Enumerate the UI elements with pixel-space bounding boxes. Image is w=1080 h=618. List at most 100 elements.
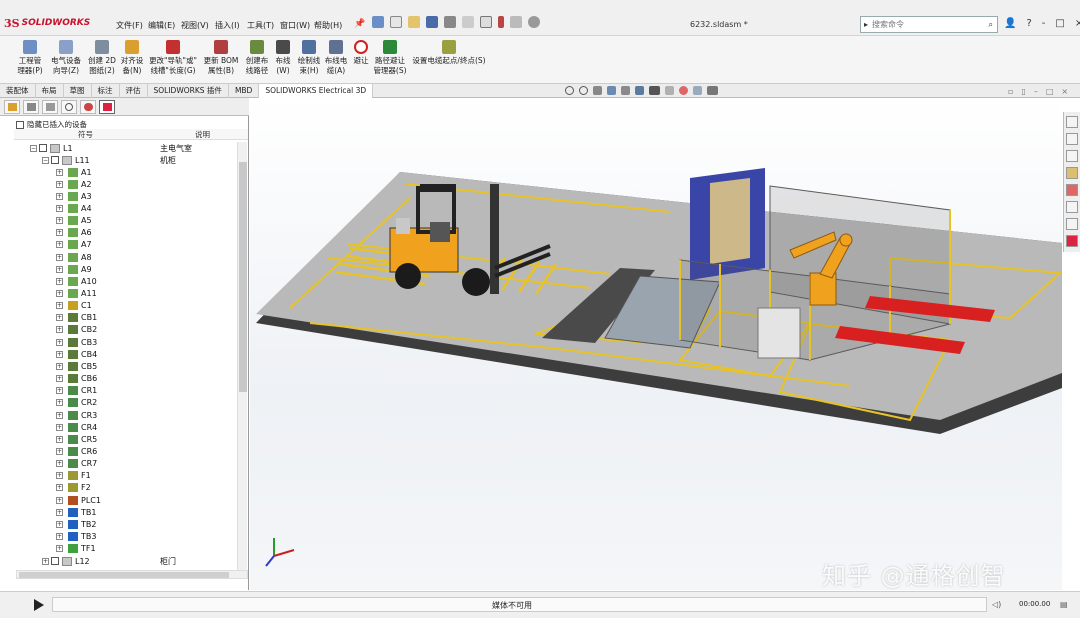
search-input[interactable]: 搜索命令 xyxy=(872,19,904,30)
menu-edit[interactable]: 编辑(E) xyxy=(148,20,175,31)
tree-row-device[interactable]: + F1 xyxy=(56,470,237,482)
tree-row-device[interactable]: + CB6 xyxy=(56,373,237,385)
scroll-thumb[interactable] xyxy=(19,572,229,578)
menu-tools[interactable]: 工具(T) xyxy=(247,20,274,31)
search-icon[interactable]: ⌕ xyxy=(989,20,993,30)
tree-row-device[interactable]: + CR6 xyxy=(56,445,237,457)
tree-row-device[interactable]: + CB3 xyxy=(56,336,237,348)
scroll-thumb[interactable] xyxy=(239,162,247,392)
section-view-icon[interactable] xyxy=(607,86,616,95)
tree-row-device[interactable]: + TB3 xyxy=(56,531,237,543)
expand-icon[interactable]: + xyxy=(56,265,63,273)
tree-row-device[interactable]: + A3 xyxy=(56,190,237,202)
tab-mbd[interactable]: MBD xyxy=(229,84,260,98)
close-button[interactable]: × xyxy=(1075,18,1080,29)
expand-icon[interactable]: + xyxy=(56,520,63,528)
new-icon[interactable] xyxy=(390,16,402,28)
tab-evaluate[interactable]: 评估 xyxy=(120,84,148,98)
appearances-icon[interactable] xyxy=(1066,184,1078,196)
undo-icon[interactable] xyxy=(462,16,474,28)
checkbox[interactable] xyxy=(39,144,47,152)
expand-icon[interactable]: + xyxy=(42,557,49,565)
options-icon[interactable] xyxy=(528,16,540,28)
expand-icon[interactable]: + xyxy=(56,180,63,188)
expand-icon[interactable]: + xyxy=(56,326,63,334)
assembly-3d-model[interactable] xyxy=(250,98,1063,590)
expand-icon[interactable]: + xyxy=(56,277,63,285)
tree-row-device[interactable]: + F2 xyxy=(56,482,237,494)
print-icon[interactable] xyxy=(444,16,456,28)
tree-row-device[interactable]: + CB4 xyxy=(56,348,237,360)
expand-icon[interactable]: ▤ xyxy=(1060,600,1068,609)
dimxpert-icon[interactable] xyxy=(61,100,77,114)
expand-icon[interactable]: + xyxy=(56,350,63,358)
home-icon[interactable] xyxy=(1066,116,1078,128)
tree-row-device[interactable]: + A10 xyxy=(56,275,237,287)
expand-icon[interactable]: + xyxy=(56,447,63,455)
col-symbol[interactable]: 符号 xyxy=(14,129,157,139)
tab-electrical-3d[interactable]: SOLIDWORKS Electrical 3D xyxy=(259,84,374,98)
tree-row-device[interactable]: + PLC1 xyxy=(56,494,237,506)
draw-harness-button[interactable]: 绘制线 束(H) xyxy=(295,40,323,76)
search-box[interactable]: ▸ 搜索命令 ⌕ xyxy=(860,16,998,33)
tree-row-device[interactable]: + A9 xyxy=(56,263,237,275)
expand-icon[interactable]: + xyxy=(56,387,63,395)
user-icon[interactable]: 👤 xyxy=(1004,18,1016,29)
expand-icon[interactable]: + xyxy=(56,472,63,480)
checkbox[interactable] xyxy=(51,156,59,164)
expand-icon[interactable]: + xyxy=(56,375,63,383)
file-explorer-icon[interactable] xyxy=(1066,150,1078,162)
maximize-button[interactable]: □ xyxy=(1055,18,1064,29)
tree-row-device[interactable]: + A4 xyxy=(56,202,237,214)
tree-row-device[interactable]: + A11 xyxy=(56,288,237,300)
create-route-path-button[interactable]: 创建布 线路径 xyxy=(243,40,271,76)
tab-assembly[interactable]: 装配体 xyxy=(0,84,36,98)
tree-row-device[interactable]: + A7 xyxy=(56,239,237,251)
previous-view-icon[interactable] xyxy=(593,86,602,95)
tree-row-device[interactable]: + CB2 xyxy=(56,324,237,336)
dynamic-annotation-icon[interactable] xyxy=(621,86,630,95)
expand-icon[interactable]: + xyxy=(56,338,63,346)
control-cabinet[interactable] xyxy=(757,307,801,359)
menu-view[interactable]: 视图(V) xyxy=(181,20,209,31)
maximize-viewport-icon[interactable]: □ xyxy=(1046,87,1054,96)
tab-markup[interactable]: 标注 xyxy=(92,84,120,98)
display-manager-icon[interactable] xyxy=(80,100,96,114)
expand-icon[interactable]: + xyxy=(56,484,63,492)
tree-row-root[interactable]: − L1 主电气室 xyxy=(30,142,237,154)
help-button[interactable]: ? xyxy=(1026,18,1031,29)
expand-icon[interactable]: + xyxy=(56,229,63,237)
menu-window[interactable]: 窗口(W) xyxy=(280,20,310,31)
tree-row-device[interactable]: + CR7 xyxy=(56,458,237,470)
tree-row-device[interactable]: + CB1 xyxy=(56,312,237,324)
configuration-manager-icon[interactable] xyxy=(42,100,58,114)
expand-icon[interactable]: + xyxy=(56,496,63,504)
expand-icon[interactable]: + xyxy=(56,545,63,553)
traffic-light-icon[interactable] xyxy=(498,16,504,28)
close-viewport-icon[interactable]: × xyxy=(1061,87,1068,96)
align-devices-button[interactable]: 对齐设 备(N) xyxy=(118,40,146,76)
tree-row-device[interactable]: + A1 xyxy=(56,166,237,178)
avoid-button[interactable]: 避让 xyxy=(351,40,371,66)
expand-icon[interactable]: + xyxy=(56,314,63,322)
tree-row-device[interactable]: + CR1 xyxy=(56,385,237,397)
display-style-icon[interactable] xyxy=(649,86,660,95)
tab-addins[interactable]: SOLIDWORKS 插件 xyxy=(148,84,229,98)
appearance-icon[interactable] xyxy=(679,86,688,95)
project-manager-button[interactable]: 工程管 理器(P) xyxy=(16,40,44,76)
device-wizard-button[interactable]: 电气设备 向导(Z) xyxy=(48,40,84,76)
electrical-components-icon[interactable] xyxy=(99,100,115,114)
tree-row-cabinet[interactable]: − L11 机柜 xyxy=(42,154,237,166)
expand-icon[interactable]: + xyxy=(56,241,63,249)
tree-row-device[interactable]: + CR3 xyxy=(56,409,237,421)
property-manager-icon[interactable] xyxy=(23,100,39,114)
expand-icon[interactable]: + xyxy=(56,217,63,225)
menu-help[interactable]: 帮助(H) xyxy=(314,20,342,31)
expand-icon[interactable]: + xyxy=(56,253,63,261)
design-library-icon[interactable] xyxy=(1066,218,1078,230)
checkbox[interactable] xyxy=(16,120,24,129)
zoom-area-icon[interactable] xyxy=(579,86,588,95)
hide-show-icon[interactable] xyxy=(665,86,674,95)
view-palette-icon[interactable] xyxy=(1066,167,1078,179)
tree-row-door[interactable]: + L12 柜门 xyxy=(42,555,237,567)
